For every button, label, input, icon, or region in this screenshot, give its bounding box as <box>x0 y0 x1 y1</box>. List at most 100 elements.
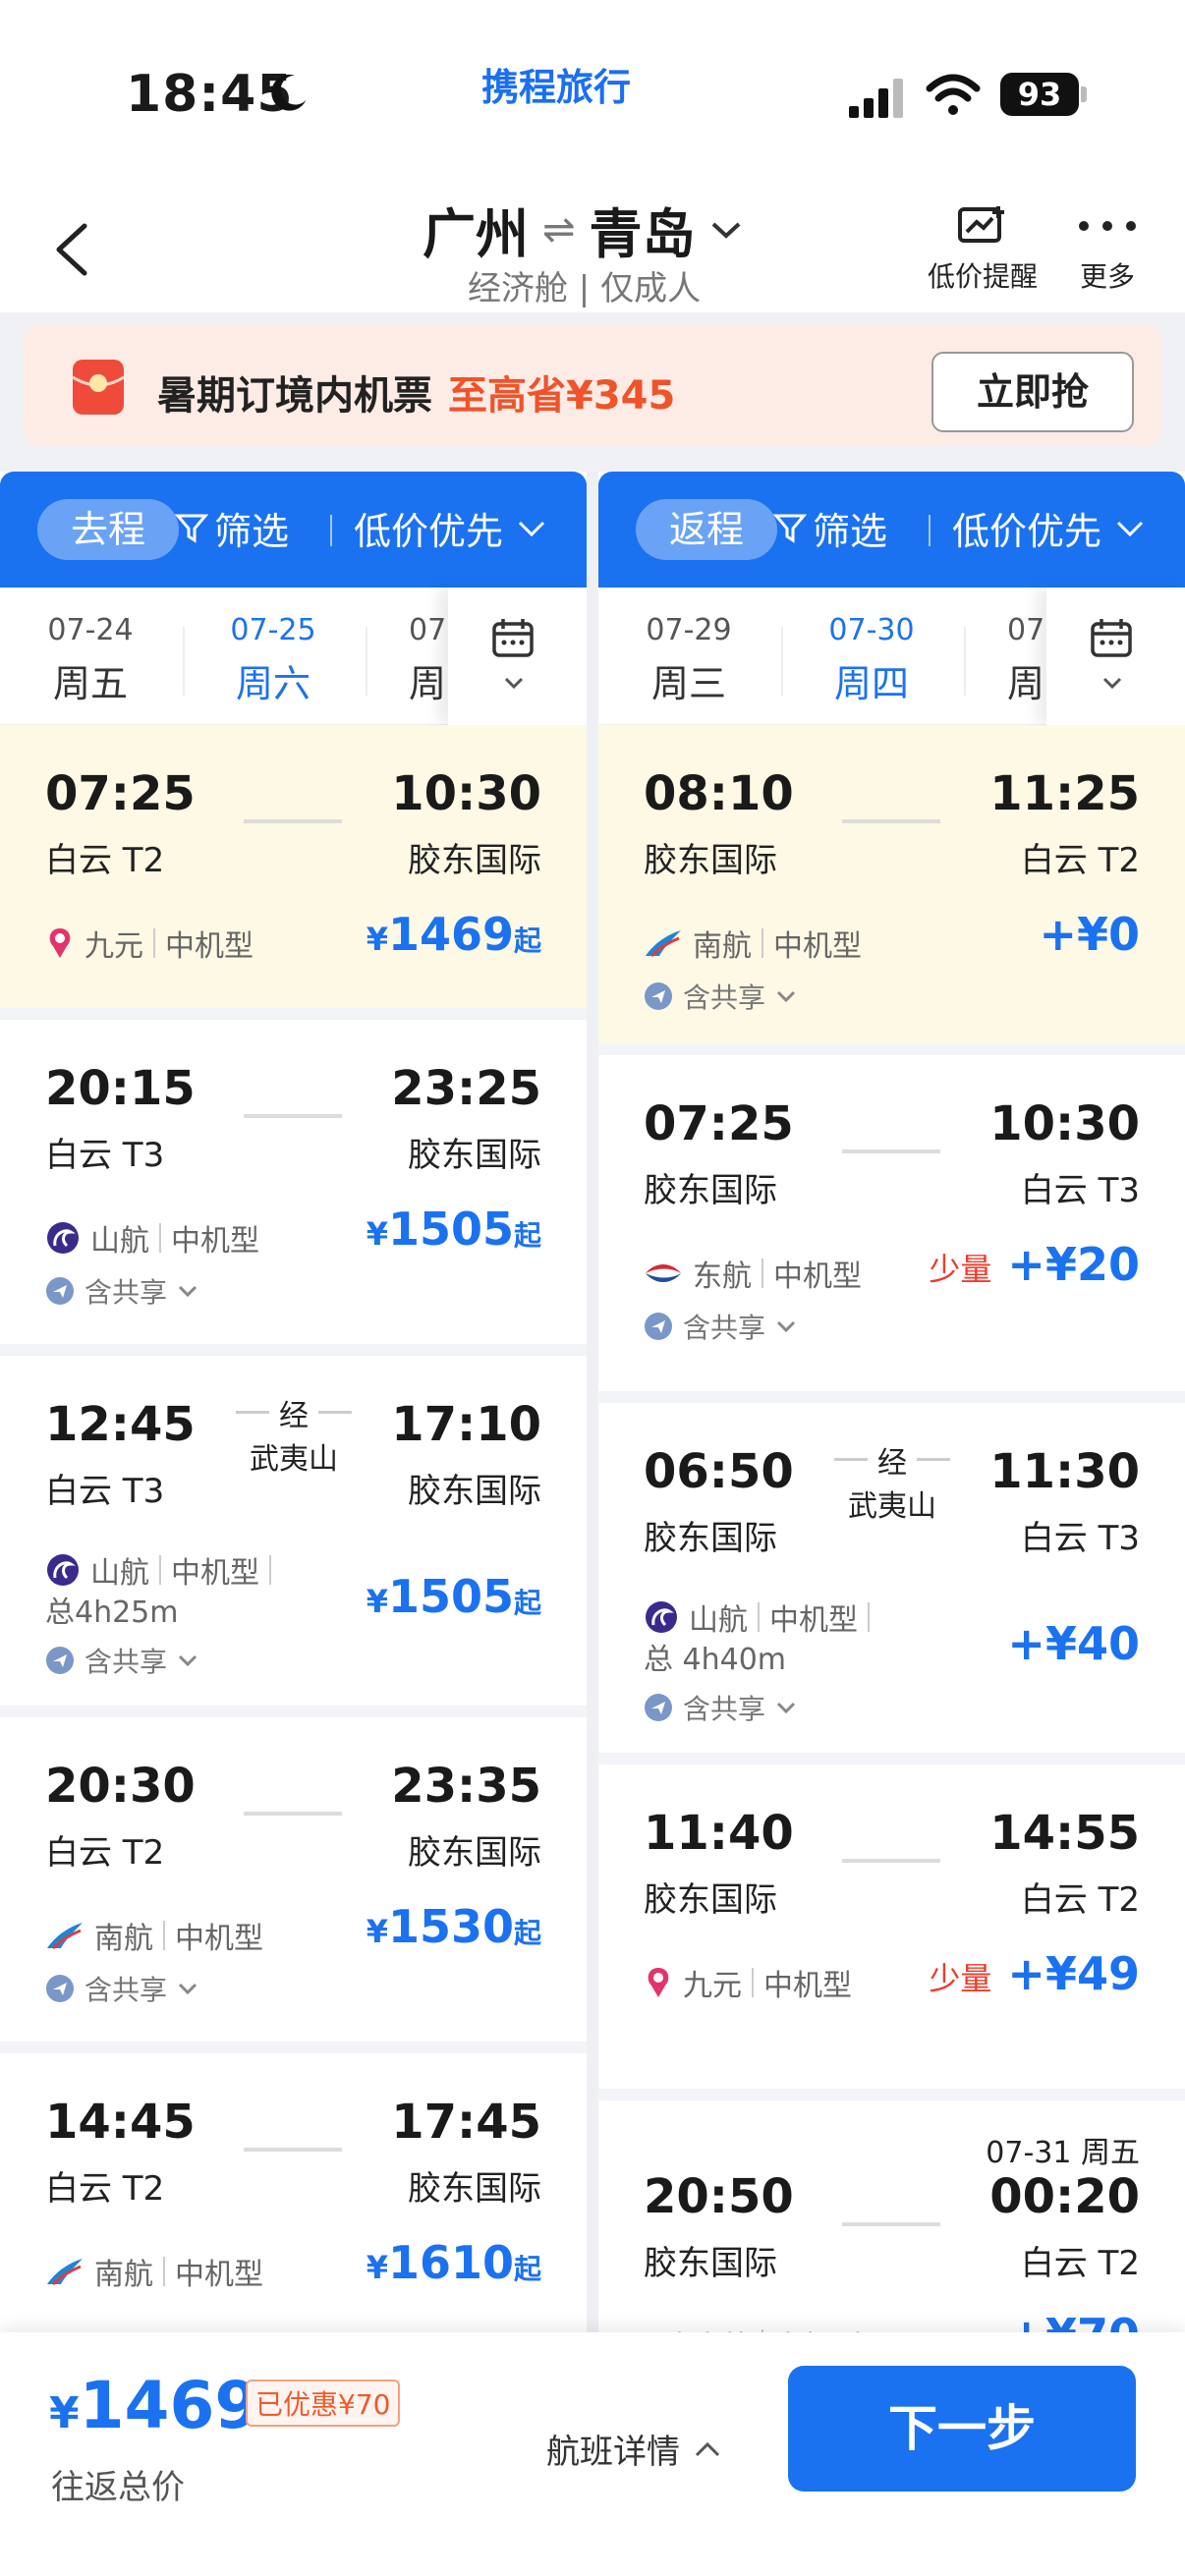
calendar-button[interactable] <box>1046 588 1185 725</box>
codeshare-toggle[interactable]: 含共享 <box>45 1271 198 1311</box>
more-dots-icon <box>1079 221 1136 231</box>
codeshare-toggle[interactable]: 含共享 <box>644 977 797 1016</box>
date-tab-selected[interactable]: 07-30 周四 <box>803 613 940 743</box>
outbound-pill[interactable]: 去程 <box>37 499 179 560</box>
date-tab-selected[interactable]: 07-25 周六 <box>204 613 342 743</box>
airline-info: 九元 中机型 <box>644 1961 852 2004</box>
date-label: 07-29 <box>646 613 732 647</box>
shandong-airlines-logo-icon <box>47 1554 79 1586</box>
filter-label: 筛选 <box>813 510 888 553</box>
more-button[interactable]: 更多 <box>1071 204 1144 295</box>
plane-circle-icon <box>645 1313 672 1340</box>
airline-info: 九元 中机型 <box>45 922 254 965</box>
flight-card[interactable]: 07:25 10:30 白云 T2 胶东国际 九元 中机型 ¥1469 起 <box>0 725 587 1020</box>
flight-price: ¥1505 起 <box>367 1203 541 1256</box>
flight-card[interactable]: 07-31 周五 20:50 00:20 胶东国际 白云 T2 南航 中机型 +… <box>598 2100 1185 2338</box>
calendar-button[interactable] <box>448 588 587 725</box>
departure-time: 14:45 <box>45 2095 196 2150</box>
promo-text: 暑期订境内机票 至高省¥345 <box>157 364 675 420</box>
airline-name: 东航 <box>693 1260 752 1294</box>
codeshare-label: 含共享 <box>683 1312 766 1344</box>
departure-airport: 白云 T2 <box>45 1833 165 1873</box>
route-line <box>842 1149 940 1153</box>
flight-details-label: 航班详情 <box>546 2433 680 2472</box>
calendar-icon <box>492 619 534 657</box>
date-separator <box>781 627 783 696</box>
airline-info: 山航 中机型 <box>45 1216 259 1260</box>
low-stock-label: 少量 <box>929 1960 992 1997</box>
codeshare-label: 含共享 <box>85 1276 168 1309</box>
return-pill[interactable]: 返程 <box>636 499 777 560</box>
total-label: 往返总价 <box>51 2468 185 2507</box>
china-southern-logo-icon <box>47 2259 83 2286</box>
date-separator <box>964 627 966 696</box>
departure-time: 20:50 <box>644 2169 794 2224</box>
currency: ¥ <box>366 1583 388 1620</box>
flight-price: ¥1610 起 <box>367 2236 541 2289</box>
flight-card[interactable]: 11:40 14:55 胶东国际 白云 T2 九元 中机型 少量 +¥49 <box>598 1764 1185 2100</box>
flight-details-toggle[interactable]: 航班详情 <box>546 2425 721 2473</box>
stopover-city: 武夷山 <box>848 1489 936 1524</box>
flight-card[interactable]: 08:10 11:25 胶东国际 白云 T2 南航 中机型 含共享 +¥0 <box>598 725 1185 1055</box>
flight-card[interactable]: 14:45 17:45 白云 T2 胶东国际 南航 中机型 ¥1610 起 <box>0 2053 587 2338</box>
date-label: 07-25 <box>230 613 316 647</box>
weekday-label: 周三 <box>650 662 726 705</box>
codeshare-label: 含共享 <box>85 1646 168 1678</box>
china-southern-logo-icon <box>47 1923 83 1950</box>
outbound-column: 去程 筛选 低价优先 07-24 周五 07-25 周六 07 周 07:25 … <box>0 472 587 2338</box>
total-price: ¥1469 <box>49 2368 259 2443</box>
airline-name: 九元 <box>85 929 143 964</box>
flight-card[interactable]: 12:45 经 武夷山 17:10 白云 T3 胶东国际 山航 中机型 总4h2… <box>0 1356 587 1717</box>
arrival-airport: 胶东国际 <box>408 1136 541 1175</box>
shandong-airlines-logo-icon <box>646 1601 677 1633</box>
departure-airport: 胶东国际 <box>644 2244 777 2283</box>
date-tab[interactable]: 07-29 周三 <box>620 613 758 707</box>
calendar-icon <box>1091 619 1132 657</box>
outbound-filter-button[interactable]: 筛选 <box>175 501 289 555</box>
bottom-bar: ¥1469 已优惠¥70 往返总价 航班详情 下一步 <box>0 2332 1185 2576</box>
flight-card[interactable]: 06:50 经 武夷山 11:30 胶东国际 白云 T3 山航 中机型 总 4h… <box>598 1403 1185 1764</box>
return-filter-button[interactable]: 筛选 <box>773 501 887 555</box>
departure-airport: 胶东国际 <box>644 841 777 880</box>
promo-banner[interactable]: 暑期订境内机票 至高省¥345 立即抢 <box>24 324 1161 446</box>
price-alert-button[interactable]: 低价提醒 <box>924 204 1042 295</box>
plane-circle-icon <box>46 1975 74 2002</box>
aircraft-size: 中机型 <box>773 929 862 964</box>
departure-airport: 胶东国际 <box>644 1519 777 1558</box>
airline-info: 南航 中机型 <box>45 2250 263 2293</box>
weekday-label: 周五 <box>52 662 128 705</box>
grab-now-button[interactable]: 立即抢 <box>931 352 1134 432</box>
price-alert-icon <box>958 206 1004 243</box>
departure-airport: 胶东国际 <box>644 1171 777 1210</box>
toolbar-separator <box>929 515 931 546</box>
flight-card[interactable]: 20:15 23:25 白云 T3 胶东国际 山航 中机型 含共享 ¥1505 起 <box>0 1020 587 1356</box>
next-step-button[interactable]: 下一步 <box>788 2366 1136 2492</box>
weekday-label: 周六 <box>235 662 310 705</box>
chevron-down-icon <box>178 1983 198 1995</box>
arrival-time: 23:35 <box>391 1759 541 1814</box>
separator <box>153 928 155 958</box>
flight-card[interactable]: 07:25 10:30 胶东国际 白云 T3 东航 中机型 含共享 少量 +¥20 <box>598 1055 1185 1403</box>
flight-card[interactable]: 20:30 23:35 白云 T2 胶东国际 南航 中机型 含共享 ¥1530 起 <box>0 1717 587 2053</box>
total-value: 1469 <box>79 2368 260 2443</box>
price-difference: +¥40 <box>991 1617 1140 1670</box>
flight-price: ¥1530 起 <box>367 1900 541 1953</box>
codeshare-toggle[interactable]: 含共享 <box>644 1688 797 1727</box>
arrival-time: 23:25 <box>391 1061 541 1116</box>
price-suffix: 起 <box>513 924 541 957</box>
route-title[interactable]: 广州 ⇌ 青岛 <box>423 191 743 268</box>
date-tab[interactable]: 07-24 周五 <box>22 613 159 707</box>
aircraft-size: 中机型 <box>171 1224 259 1259</box>
return-sort-button[interactable]: 低价优先 <box>952 501 1145 555</box>
return-toolbar: 返程 筛选 低价优先 <box>598 472 1185 588</box>
back-arrow-icon[interactable] <box>49 220 94 279</box>
price-suffix: 起 <box>513 2253 541 2285</box>
codeshare-toggle[interactable]: 含共享 <box>644 1307 797 1346</box>
outbound-sort-button[interactable]: 低价优先 <box>354 501 546 555</box>
jiuyuan-logo-icon <box>648 1968 669 1997</box>
codeshare-toggle[interactable]: 含共享 <box>45 1969 198 2008</box>
arrival-airport: 白云 T3 <box>1020 1519 1140 1558</box>
separator <box>758 1602 760 1632</box>
currency: ¥ <box>366 921 388 958</box>
codeshare-toggle[interactable]: 含共享 <box>45 1641 198 1680</box>
